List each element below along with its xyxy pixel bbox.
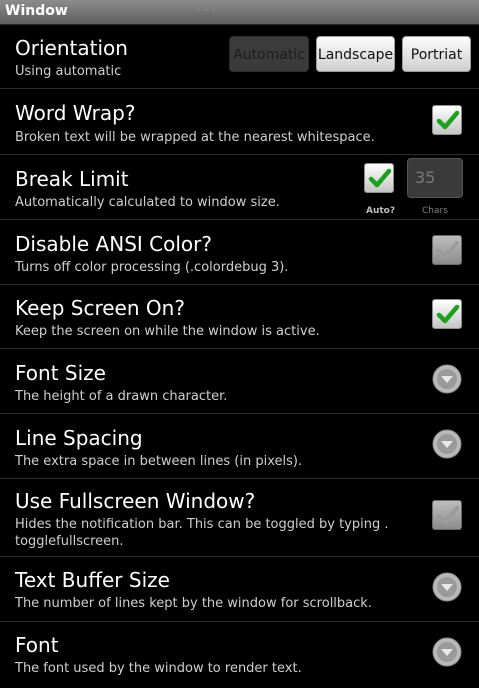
disable-ansi-row[interactable]: Disable ANSI Color? Turns off color proc… bbox=[0, 220, 479, 285]
break-limit-auto-checkbox[interactable] bbox=[364, 163, 394, 193]
automatic-button[interactable]: Automatic bbox=[229, 36, 309, 72]
font-row[interactable]: Font The font used by the window to rend… bbox=[0, 622, 479, 688]
word-wrap-row[interactable]: Word Wrap? Broken text will be wrapped a… bbox=[0, 89, 479, 155]
landscape-button[interactable]: Landscape bbox=[316, 36, 395, 72]
word-wrap-title: Word Wrap? bbox=[15, 101, 136, 125]
dropdown-arrow-icon[interactable] bbox=[432, 572, 462, 602]
dropdown-arrow-icon[interactable] bbox=[432, 364, 462, 394]
auto-label: Auto? bbox=[366, 206, 396, 216]
orientation-summary: Using automatic bbox=[15, 64, 122, 79]
checkmark-icon bbox=[436, 505, 460, 525]
keep-screen-on-checkbox[interactable] bbox=[432, 299, 462, 329]
font-summary: The font used by the window to render te… bbox=[15, 661, 302, 676]
text-buffer-summary: The number of lines kept by the window f… bbox=[15, 596, 372, 611]
text-buffer-title: Text Buffer Size bbox=[15, 568, 170, 592]
word-wrap-checkbox[interactable] bbox=[432, 105, 462, 135]
chars-input[interactable]: 35 bbox=[407, 158, 463, 198]
window-title-bar: Window · · · bbox=[0, 0, 479, 25]
disable-ansi-title: Disable ANSI Color? bbox=[15, 232, 212, 256]
fullscreen-summary-line1: Hides the notification bar. This can be … bbox=[15, 517, 389, 532]
title-grip: · · · bbox=[197, 6, 217, 16]
line-spacing-title: Line Spacing bbox=[15, 426, 143, 450]
orientation-row: Orientation Using automatic Automatic La… bbox=[0, 25, 479, 89]
line-spacing-summary: The extra space in between lines (in pix… bbox=[15, 454, 303, 469]
fullscreen-title: Use Fullscreen Window? bbox=[15, 489, 256, 513]
window-title: Window bbox=[5, 3, 68, 19]
fullscreen-checkbox[interactable] bbox=[432, 500, 462, 530]
font-title: Font bbox=[15, 633, 59, 657]
line-spacing-row[interactable]: Line Spacing The extra space in between … bbox=[0, 414, 479, 479]
font-size-row[interactable]: Font Size The height of a drawn characte… bbox=[0, 349, 479, 414]
disable-ansi-summary: Turns off color processing (.colordebug … bbox=[15, 260, 289, 275]
chars-label: Chars bbox=[422, 206, 448, 216]
fullscreen-summary-line2: togglefullscreen. bbox=[15, 534, 124, 549]
dropdown-arrow-icon[interactable] bbox=[432, 429, 462, 459]
disable-ansi-checkbox[interactable] bbox=[432, 235, 462, 265]
checkmark-icon bbox=[368, 168, 392, 188]
portrait-button[interactable]: Portriat bbox=[402, 36, 471, 72]
break-limit-title: Break Limit bbox=[15, 167, 129, 191]
checkmark-icon bbox=[436, 110, 460, 130]
word-wrap-summary: Broken text will be wrapped at the neare… bbox=[15, 130, 375, 145]
font-size-summary: The height of a drawn character. bbox=[15, 389, 228, 404]
break-limit-row: Break Limit Automatically calculated to … bbox=[0, 155, 479, 220]
break-limit-summary: Automatically calculated to window size. bbox=[15, 195, 280, 210]
keep-screen-on-row[interactable]: Keep Screen On? Keep the screen on while… bbox=[0, 285, 479, 349]
keep-screen-on-title: Keep Screen On? bbox=[15, 296, 185, 320]
checkmark-icon bbox=[436, 240, 460, 260]
fullscreen-row[interactable]: Use Fullscreen Window? Hides the notific… bbox=[0, 479, 479, 557]
keep-screen-on-summary: Keep the screen on while the window is a… bbox=[15, 324, 320, 339]
checkmark-icon bbox=[436, 304, 460, 324]
font-size-title: Font Size bbox=[15, 361, 106, 385]
text-buffer-row[interactable]: Text Buffer Size The number of lines kep… bbox=[0, 557, 479, 622]
dropdown-arrow-icon[interactable] bbox=[432, 637, 462, 667]
orientation-title: Orientation bbox=[15, 36, 128, 60]
